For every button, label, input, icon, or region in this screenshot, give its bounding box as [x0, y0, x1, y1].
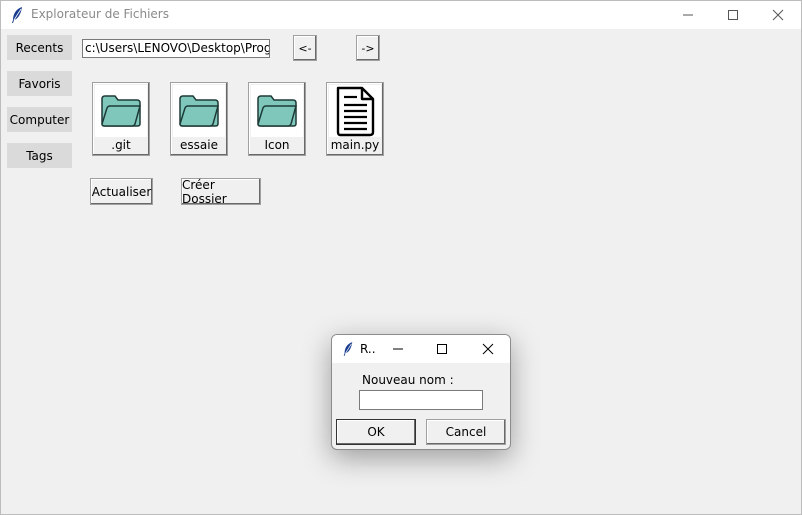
rename-dialog: R.. Nouveau nom : OK Cancel — [331, 334, 511, 450]
dialog-title-bar[interactable]: R.. — [332, 335, 510, 363]
new-name-label: Nouveau nom : — [362, 373, 454, 387]
file-tile-git[interactable]: .git — [92, 82, 150, 156]
dialog-close-button[interactable] — [468, 335, 508, 363]
folder-icon — [179, 95, 219, 127]
sidebar-item-tags[interactable]: Tags — [7, 143, 72, 168]
cancel-button[interactable]: Cancel — [426, 419, 506, 445]
back-button[interactable]: <- — [293, 35, 317, 61]
maximize-icon — [728, 10, 738, 20]
dialog-maximize-button[interactable] — [422, 335, 462, 363]
sidebar-item-recents[interactable]: Recents — [7, 35, 72, 60]
title-bar[interactable]: Explorateur de Fichiers — [1, 1, 801, 29]
maximize-button[interactable] — [710, 1, 756, 29]
path-input[interactable]: c:\Users\LENOVO\Desktop\Program — [82, 39, 270, 58]
file-tile-main-py[interactable]: main.py — [326, 82, 384, 156]
minimize-icon — [683, 14, 693, 16]
feather-icon — [12, 7, 22, 23]
file-label: main.py — [330, 138, 380, 152]
document-icon — [336, 86, 375, 137]
folder-icon — [257, 95, 297, 127]
file-label: .git — [111, 138, 131, 152]
file-tile-essaie[interactable]: essaie — [170, 82, 228, 156]
minimize-button[interactable] — [665, 1, 711, 29]
file-label: Icon — [264, 138, 290, 152]
create-folder-button[interactable]: Créer Dossier — [181, 178, 261, 206]
sidebar-item-favoris[interactable]: Favoris — [7, 71, 72, 96]
window-title: Explorateur de Fichiers — [31, 7, 169, 21]
dialog-minimize-button[interactable] — [378, 335, 418, 363]
minimize-icon — [393, 348, 403, 350]
maximize-icon — [437, 344, 447, 354]
feather-icon — [343, 342, 353, 356]
close-icon — [772, 9, 784, 21]
sidebar-item-computer[interactable]: Computer — [7, 107, 72, 132]
file-tile-icon[interactable]: Icon — [248, 82, 306, 156]
forward-button[interactable]: -> — [356, 35, 380, 61]
new-name-input[interactable] — [359, 390, 483, 410]
folder-icon — [101, 95, 141, 127]
close-button[interactable] — [755, 1, 801, 29]
refresh-button[interactable]: Actualiser — [90, 178, 153, 205]
dialog-title: R.. — [360, 342, 376, 356]
ok-button[interactable]: OK — [336, 419, 416, 445]
close-icon — [482, 343, 494, 355]
file-label: essaie — [180, 138, 218, 152]
